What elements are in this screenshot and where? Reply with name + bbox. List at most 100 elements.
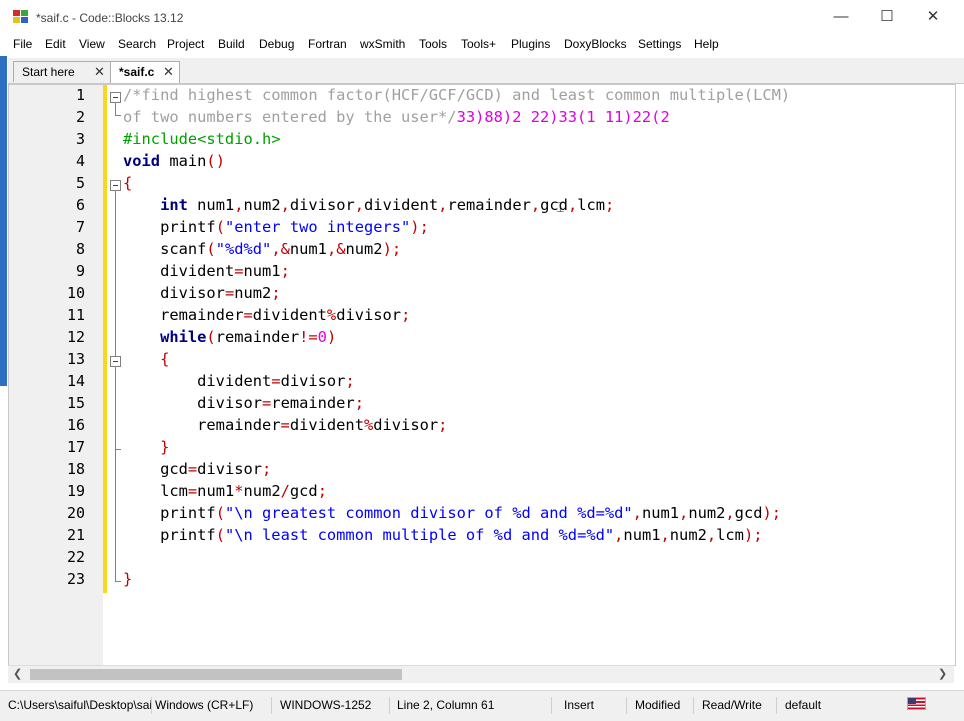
status-encoding: WINDOWS-1252 (276, 697, 390, 714)
status-line-endings: Windows (CR+LF) (151, 697, 272, 714)
line-number: 2 (75, 108, 85, 126)
menu-tools-plus[interactable]: Tools+ (461, 37, 496, 51)
line-number: 18 (66, 460, 85, 478)
line-number: 13 (66, 350, 85, 368)
docked-panel-edge (0, 56, 7, 386)
fold-toggle-icon[interactable] (110, 180, 121, 191)
fold-toggle-icon[interactable] (110, 356, 121, 367)
line-number: 11 (66, 306, 85, 324)
mouse-ibeam-cursor-icon: ⌶ (556, 199, 565, 215)
line-number: 22 (66, 548, 85, 566)
code-text-area[interactable]: /*find highest common factor(HCF/GCF/GCD… (123, 85, 953, 665)
code-line-12: while(remainder!=0) (160, 328, 337, 346)
tab-saif-c[interactable]: *saif.c ✕ (110, 61, 180, 83)
fold-end (115, 449, 121, 450)
menu-search[interactable]: Search (118, 37, 156, 51)
menu-debug[interactable]: Debug (259, 37, 294, 51)
menu-build[interactable]: Build (218, 37, 245, 51)
fold-end (115, 581, 121, 582)
status-profile: default (785, 698, 822, 712)
menu-wxsmith[interactable]: wxSmith (360, 37, 405, 51)
minimize-icon[interactable]: — (818, 4, 864, 30)
line-number: 17 (66, 438, 85, 456)
status-modified: Modified (631, 697, 694, 714)
line-number: 21 (66, 526, 85, 544)
code-line-13: { (160, 350, 170, 368)
scroll-right-icon[interactable]: ❯ (938, 667, 947, 680)
line-number: 3 (75, 130, 85, 148)
code-line-16: remainder=divident%divisor; (197, 416, 448, 434)
status-access: Read/Write (698, 697, 777, 714)
fold-toggle-icon[interactable] (110, 92, 121, 103)
code-line-20: printf("\n greatest common divisor of %d… (160, 504, 782, 522)
menu-help[interactable]: Help (694, 37, 719, 51)
line-number: 14 (66, 372, 85, 390)
code-line-4: void main() (123, 152, 225, 170)
code-line-17: } (160, 438, 170, 456)
line-number: 7 (75, 218, 85, 236)
fold-line (115, 103, 116, 115)
line-number: 20 (66, 504, 85, 522)
code-line-6: int num1,num2,divisor,divident,remainder… (160, 196, 615, 214)
tab-label: Start here (22, 65, 75, 79)
line-number: 19 (66, 482, 85, 500)
code-line-19: lcm=num1*num2/gcd; (160, 482, 327, 500)
code-line-23: } (123, 570, 133, 588)
code-line-7: printf("enter two integers"); (160, 218, 429, 236)
scroll-left-icon[interactable]: ❮ (13, 667, 22, 680)
status-bar: C:\Users\saiful\Desktop\saif.c Windows (… (0, 690, 964, 721)
line-number-gutter: 1 2 3 4 5 6 7 8 9 10 11 12 13 14 15 16 1… (9, 85, 103, 665)
tab-start-here[interactable]: Start here ✕ (13, 61, 111, 82)
fold-end (115, 115, 121, 116)
close-tab-icon[interactable]: ✕ (163, 64, 174, 80)
menu-fortran[interactable]: Fortran (308, 37, 347, 51)
scrollbar-thumb[interactable] (30, 669, 402, 680)
code-line-10: divisor=num2; (160, 284, 281, 302)
line-number: 9 (75, 262, 85, 280)
line-number: 1 (75, 86, 85, 104)
line-number: 10 (66, 284, 85, 302)
close-icon[interactable]: ✕ (910, 4, 956, 30)
menu-file[interactable]: File (13, 37, 32, 51)
us-flag-icon (907, 697, 926, 710)
line-number: 5 (75, 174, 85, 192)
code-line-8: scanf("%d%d",&num1,&num2); (160, 240, 402, 258)
menu-project[interactable]: Project (167, 37, 204, 51)
close-tab-icon[interactable]: ✕ (94, 64, 105, 80)
code-line-15: divisor=remainder; (197, 394, 364, 412)
menu-view[interactable]: View (79, 37, 105, 51)
editor-tab-bar: Start here ✕ *saif.c ✕ (8, 58, 964, 84)
line-number: 23 (66, 570, 85, 588)
code-line-18: gcd=divisor; (160, 460, 272, 478)
menu-doxyblocks[interactable]: DoxyBlocks (564, 37, 627, 51)
title-bar: *saif.c - Code::Blocks 13.12 — ☐ ✕ (0, 0, 964, 34)
code-line-21: printf("\n least common multiple of %d a… (160, 526, 763, 544)
status-cursor-position: Line 2, Column 61 (393, 697, 552, 714)
line-number: 6 (75, 196, 85, 214)
code-editor[interactable]: 1 2 3 4 5 6 7 8 9 10 11 12 13 14 15 16 1… (8, 84, 956, 666)
menu-edit[interactable]: Edit (45, 37, 66, 51)
menu-plugins[interactable]: Plugins (511, 37, 550, 51)
menu-settings[interactable]: Settings (638, 37, 681, 51)
code-line-11: remainder=divident%divisor; (160, 306, 411, 324)
status-insert-mode: Insert (560, 697, 627, 714)
line-number: 4 (75, 152, 85, 170)
status-file-path: C:\Users\saiful\Desktop\saif.c (4, 697, 152, 714)
fold-line (115, 191, 116, 581)
line-number: 8 (75, 240, 85, 258)
code-line-2: of two numbers entered by the user*/33)8… (123, 108, 670, 126)
line-number: 12 (66, 328, 85, 346)
window-title: *saif.c - Code::Blocks 13.12 (36, 11, 184, 25)
maximize-icon[interactable]: ☐ (864, 4, 910, 30)
menu-bar: File Edit View Search Project Build Debu… (0, 34, 964, 56)
menu-tools[interactable]: Tools (419, 37, 447, 51)
line-number: 15 (66, 394, 85, 412)
code-line-1: /*find highest common factor(HCF/GCF/GCD… (123, 86, 791, 104)
codeblocks-logo-icon (13, 10, 28, 23)
line-number: 16 (66, 416, 85, 434)
code-line-14: divident=divisor; (197, 372, 355, 390)
code-line-3: #include<stdio.h> (123, 130, 281, 148)
code-line-9: divident=num1; (160, 262, 290, 280)
horizontal-scrollbar[interactable]: ❮ ❯ (8, 665, 954, 683)
tab-label: *saif.c (119, 65, 155, 79)
